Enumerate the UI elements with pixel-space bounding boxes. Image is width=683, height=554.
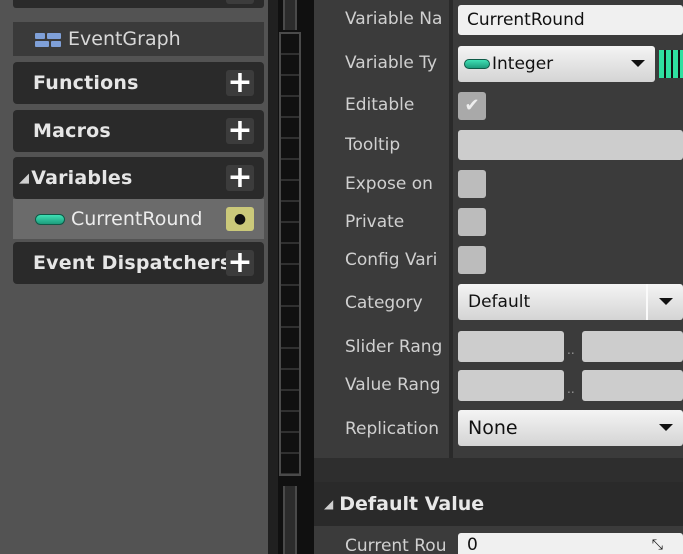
private-label: Private <box>345 212 405 232</box>
panel-splitter[interactable] <box>268 0 278 554</box>
expose-on-spawn-label: Expose on <box>345 174 433 194</box>
integer-type-pill-icon <box>35 213 65 225</box>
collapse-triangle-icon[interactable]: ◢ <box>19 171 29 186</box>
private-checkbox[interactable] <box>458 208 486 236</box>
add-variable-button[interactable]: + <box>226 163 254 193</box>
add-macro-button[interactable]: + <box>226 116 254 146</box>
functions-category-header[interactable]: Functions + <box>13 62 264 104</box>
integer-type-pill-icon <box>464 59 490 69</box>
variable-name-label: Variable Na <box>345 9 443 29</box>
macros-category-header[interactable]: Macros + <box>13 110 264 152</box>
functions-category-label: Functions <box>33 72 139 94</box>
event-dispatchers-category-label: Event Dispatchers <box>33 252 232 274</box>
collapse-triangle-icon[interactable]: ◢ <box>324 497 333 511</box>
chevron-down-icon <box>631 60 645 67</box>
scrollbar-bottom <box>283 486 297 554</box>
value-range-max-field[interactable] <box>582 370 683 401</box>
current-round-value-field[interactable]: 0 ⤡ <box>458 533 683 554</box>
category-value: Default <box>468 292 531 312</box>
replication-dropdown[interactable]: None <box>458 410 683 446</box>
slider-range-label: Slider Rang <box>345 337 443 357</box>
editable-label: Editable <box>345 95 415 115</box>
slider-range-min-field[interactable] <box>458 331 564 362</box>
chevron-down-icon <box>659 298 673 305</box>
add-event-dispatcher-button[interactable]: + <box>226 248 254 278</box>
add-function-button[interactable]: + <box>226 68 254 98</box>
value-range-label: Value Rang <box>345 375 441 395</box>
resize-arrows-icon[interactable]: ⤡ <box>652 537 663 553</box>
config-variable-label: Config Vari <box>345 250 438 270</box>
slider-range-max-field[interactable] <box>582 331 683 362</box>
variable-name-field[interactable]: CurrentRound <box>458 5 683 35</box>
variable-type-label: Variable Ty <box>345 53 438 73</box>
variable-type-dropdown[interactable]: Integer <box>458 46 655 82</box>
value-range-min-field[interactable] <box>458 370 564 401</box>
variable-item-currentround[interactable]: CurrentRound ● <box>13 199 264 239</box>
event-graph-label: EventGraph <box>68 28 181 50</box>
replication-label: Replication <box>345 419 440 439</box>
macros-category-label: Macros <box>33 120 111 142</box>
event-dispatchers-category-header[interactable]: Event Dispatchers + <box>13 242 264 284</box>
tooltip-label: Tooltip <box>345 135 401 155</box>
variables-category-header[interactable]: ◢ Variables + <box>13 157 264 199</box>
add-graph-button[interactable] <box>226 0 254 4</box>
category-label: Category <box>345 293 423 313</box>
editable-checkbox[interactable]: ✔ <box>458 92 486 120</box>
category-dropdown[interactable]: Default <box>458 284 683 320</box>
scrollbar-top <box>283 0 297 30</box>
scrollbar-track[interactable] <box>279 32 301 476</box>
section-spacer <box>314 458 683 482</box>
details-column-divider[interactable] <box>449 0 453 458</box>
value-range-separator: .. <box>567 382 575 396</box>
visibility-eye-icon[interactable]: ● <box>226 207 254 231</box>
chevron-down-icon <box>659 424 673 431</box>
graphs-category-header[interactable] <box>13 0 264 8</box>
variables-category-label: Variables <box>31 167 133 189</box>
tooltip-field[interactable] <box>458 130 683 160</box>
variable-type-value: Integer <box>492 54 554 74</box>
my-blueprint-panel: EventGraph Functions + Macros + ◢ Variab… <box>0 0 268 554</box>
event-graph-item[interactable]: EventGraph <box>13 22 264 56</box>
default-value-title: Default Value <box>339 493 485 515</box>
slider-range-separator: .. <box>567 343 575 357</box>
current-round-label: Current Rou <box>345 536 446 554</box>
expose-on-spawn-checkbox[interactable] <box>458 170 486 198</box>
replication-value: None <box>468 417 518 439</box>
config-variable-checkbox[interactable] <box>458 246 486 274</box>
default-value-section-header[interactable]: ◢ Default Value <box>314 482 683 526</box>
current-round-value: 0 <box>467 535 478 554</box>
event-graph-icon <box>33 29 63 49</box>
variable-item-name: CurrentRound <box>71 208 203 230</box>
container-type-grid-icon[interactable] <box>659 50 683 78</box>
